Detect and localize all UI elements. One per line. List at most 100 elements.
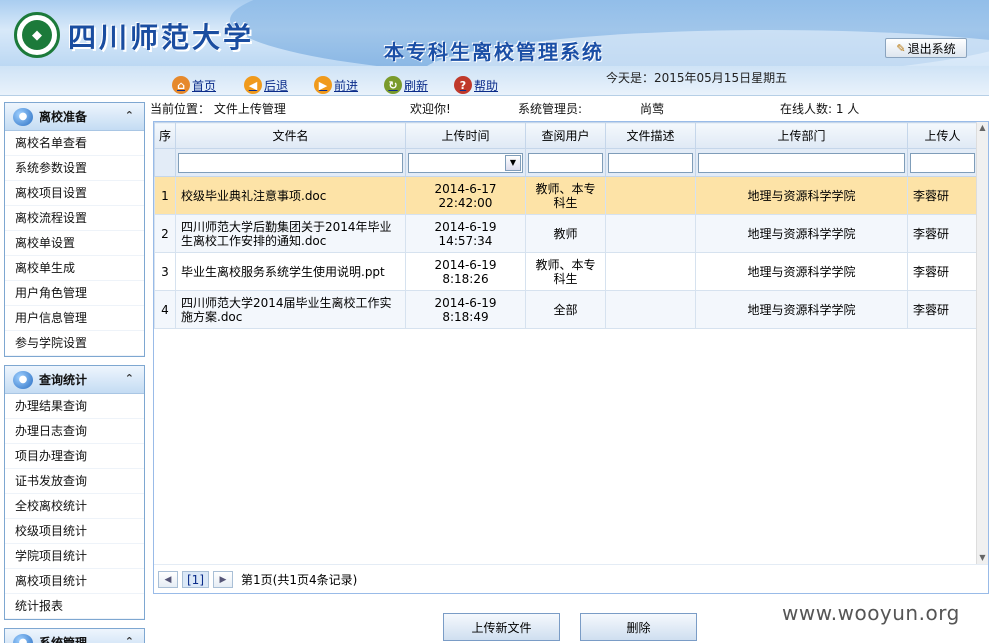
sidebar-item[interactable]: 离校项目统计: [5, 569, 144, 594]
cell-department: 地理与资源科学学院: [695, 290, 908, 329]
cell-viewers: 教师: [525, 214, 606, 253]
today-date: 今天是：2015年05月15日星期五: [606, 71, 788, 85]
home-label: 首页: [192, 79, 217, 93]
sidebar-item[interactable]: 用户信息管理: [5, 306, 144, 331]
column-header-description[interactable]: 文件描述: [605, 122, 696, 149]
back-label: 后退: [264, 79, 289, 93]
file-table: 序 文件名 上传时间 查阅用户 文件描述 上传部门 上传人 ▼ 1 校级毕业典礼…: [154, 122, 978, 329]
sidebar-item[interactable]: 离校项目设置: [5, 181, 144, 206]
panel-title: 系统管理: [39, 636, 88, 643]
sidebar-item[interactable]: 办理结果查询: [5, 394, 144, 419]
viewers-filter-input[interactable]: [528, 152, 603, 173]
panel-header-leave-preparation[interactable]: ● 离校准备 ⌃: [5, 103, 144, 131]
dropdown-arrow-icon[interactable]: ▼: [505, 154, 521, 171]
help-icon: ?: [454, 76, 472, 94]
collapse-up-icon[interactable]: ⌃: [125, 109, 134, 122]
refresh-link[interactable]: ↻ 刷新: [384, 70, 428, 94]
forward-link[interactable]: ▶ 前进: [314, 70, 358, 94]
cell-description: [605, 252, 696, 291]
upload-time-filter[interactable]: ▼: [408, 152, 523, 173]
column-header-viewers[interactable]: 查阅用户: [525, 122, 606, 149]
sidebar-item[interactable]: 统计报表: [5, 594, 144, 619]
uploader-filter-input[interactable]: [910, 152, 975, 173]
sidebar-item[interactable]: 证书发放查询: [5, 469, 144, 494]
table-row[interactable]: 2 四川师范大学后勤集团关于2014年毕业生离校工作安排的通知.doc 2014…: [154, 214, 978, 253]
cell-description: [605, 176, 696, 215]
vertical-scrollbar[interactable]: ▲ ▼: [976, 122, 988, 564]
cell-viewers: 教师、本专科生: [525, 252, 606, 291]
breadcrumb: 当前位置： 文件上传管理: [150, 102, 286, 116]
sidebar-item[interactable]: 离校流程设置: [5, 206, 144, 231]
sidebar-item[interactable]: 用户角色管理: [5, 281, 144, 306]
help-link[interactable]: ? 帮助: [454, 70, 498, 94]
delete-button[interactable]: 删除: [580, 613, 697, 641]
scroll-down-icon[interactable]: ▼: [977, 552, 988, 564]
cell-description: [605, 290, 696, 329]
column-header-no[interactable]: 序: [154, 122, 176, 149]
column-header-upload-time[interactable]: 上传时间: [405, 122, 526, 149]
panel-header-system-management[interactable]: ● 系统管理 ⌃: [5, 629, 144, 643]
filename-filter-input[interactable]: [178, 152, 403, 173]
cell-uploader: 李蓉研: [907, 176, 978, 215]
department-filter-input[interactable]: [698, 152, 905, 173]
university-name: 四川师范大学: [68, 21, 255, 54]
column-header-uploader[interactable]: 上传人: [907, 122, 978, 149]
cell-filename[interactable]: 四川师范大学后勤集团关于2014年毕业生离校工作安排的通知.doc: [175, 214, 406, 253]
cell-uploader: 李蓉研: [907, 214, 978, 253]
panel-leave-preparation: ● 离校准备 ⌃ 离校名单查看 系统参数设置 离校项目设置 离校流程设置 离校单…: [4, 102, 145, 357]
panel-query-statistics: ● 查询统计 ⌃ 办理结果查询 办理日志查询 项目办理查询 证书发放查询 全校离…: [4, 365, 145, 620]
sidebar-item[interactable]: 学院项目统计: [5, 544, 144, 569]
globe-icon: ●: [13, 107, 33, 126]
collapse-up-icon[interactable]: ⌃: [125, 372, 134, 385]
sidebar-item[interactable]: 校级项目统计: [5, 519, 144, 544]
table-row[interactable]: 3 毕业生离校服务系统学生使用说明.ppt 2014-6-19 8:18:26 …: [154, 252, 978, 291]
back-link[interactable]: ◀ 后退: [244, 70, 288, 94]
page-number[interactable]: [1]: [182, 571, 209, 588]
column-header-department[interactable]: 上传部门: [695, 122, 908, 149]
cell-filename[interactable]: 四川师范大学2014届毕业生离校工作实施方案.doc: [175, 290, 406, 329]
table-row[interactable]: 1 校级毕业典礼注意事项.doc 2014-6-17 22:42:00 教师、本…: [154, 176, 978, 215]
home-link[interactable]: ⌂ 首页: [172, 70, 216, 94]
description-filter-input[interactable]: [608, 152, 693, 173]
cell-no: 4: [154, 290, 176, 329]
next-page-icon[interactable]: ▶: [213, 571, 233, 588]
help-label: 帮助: [474, 79, 499, 93]
sidebar-item[interactable]: 系统参数设置: [5, 156, 144, 181]
panel-title: 离校准备: [39, 110, 88, 124]
globe-icon: ●: [13, 633, 33, 643]
pagination: ◀ [1] ▶ 第1页(共1页4条记录): [154, 564, 988, 593]
system-title: 本专科生离校管理系统: [384, 40, 604, 64]
filter-cell: [907, 148, 978, 177]
column-header-filename[interactable]: 文件名: [175, 122, 406, 149]
user-role: 系统管理员:: [518, 102, 583, 116]
filter-cell-empty: [154, 148, 176, 177]
logout-label: 退出系统: [907, 41, 956, 56]
upload-new-file-button[interactable]: 上传新文件: [443, 613, 560, 641]
logout-icon: ✎: [896, 41, 906, 55]
cell-filename[interactable]: 校级毕业典礼注意事项.doc: [175, 176, 406, 215]
sidebar-item[interactable]: 全校离校统计: [5, 494, 144, 519]
upload-time-filter-input[interactable]: [409, 153, 504, 172]
scroll-up-icon[interactable]: ▲: [977, 122, 988, 134]
sidebar-item[interactable]: 参与学院设置: [5, 331, 144, 356]
sidebar-item[interactable]: 离校单设置: [5, 231, 144, 256]
cell-viewers: 教师、本专科生: [525, 176, 606, 215]
panel-header-query-statistics[interactable]: ● 查询统计 ⌃: [5, 366, 144, 394]
refresh-icon: ↻: [384, 76, 402, 94]
sidebar-item[interactable]: 项目办理查询: [5, 444, 144, 469]
sidebar-item[interactable]: 离校名单查看: [5, 131, 144, 156]
prev-page-icon[interactable]: ◀: [158, 571, 178, 588]
cell-filename[interactable]: 毕业生离校服务系统学生使用说明.ppt: [175, 252, 406, 291]
sidebar-item[interactable]: 办理日志查询: [5, 419, 144, 444]
table-row[interactable]: 4 四川师范大学2014届毕业生离校工作实施方案.doc 2014-6-19 8…: [154, 290, 978, 329]
globe-icon: ●: [13, 370, 33, 389]
logout-button[interactable]: ✎ 退出系统: [885, 38, 967, 58]
collapse-up-icon[interactable]: ⌃: [125, 635, 134, 643]
forward-arrow-icon: ▶: [314, 76, 332, 94]
refresh-label: 刷新: [404, 79, 429, 93]
cell-upload-time: 2014-6-19 14:57:34: [405, 214, 526, 253]
cell-department: 地理与资源科学学院: [695, 176, 908, 215]
sidebar-item[interactable]: 离校单生成: [5, 256, 144, 281]
filter-cell: [525, 148, 606, 177]
cell-upload-time: 2014-6-19 8:18:26: [405, 252, 526, 291]
